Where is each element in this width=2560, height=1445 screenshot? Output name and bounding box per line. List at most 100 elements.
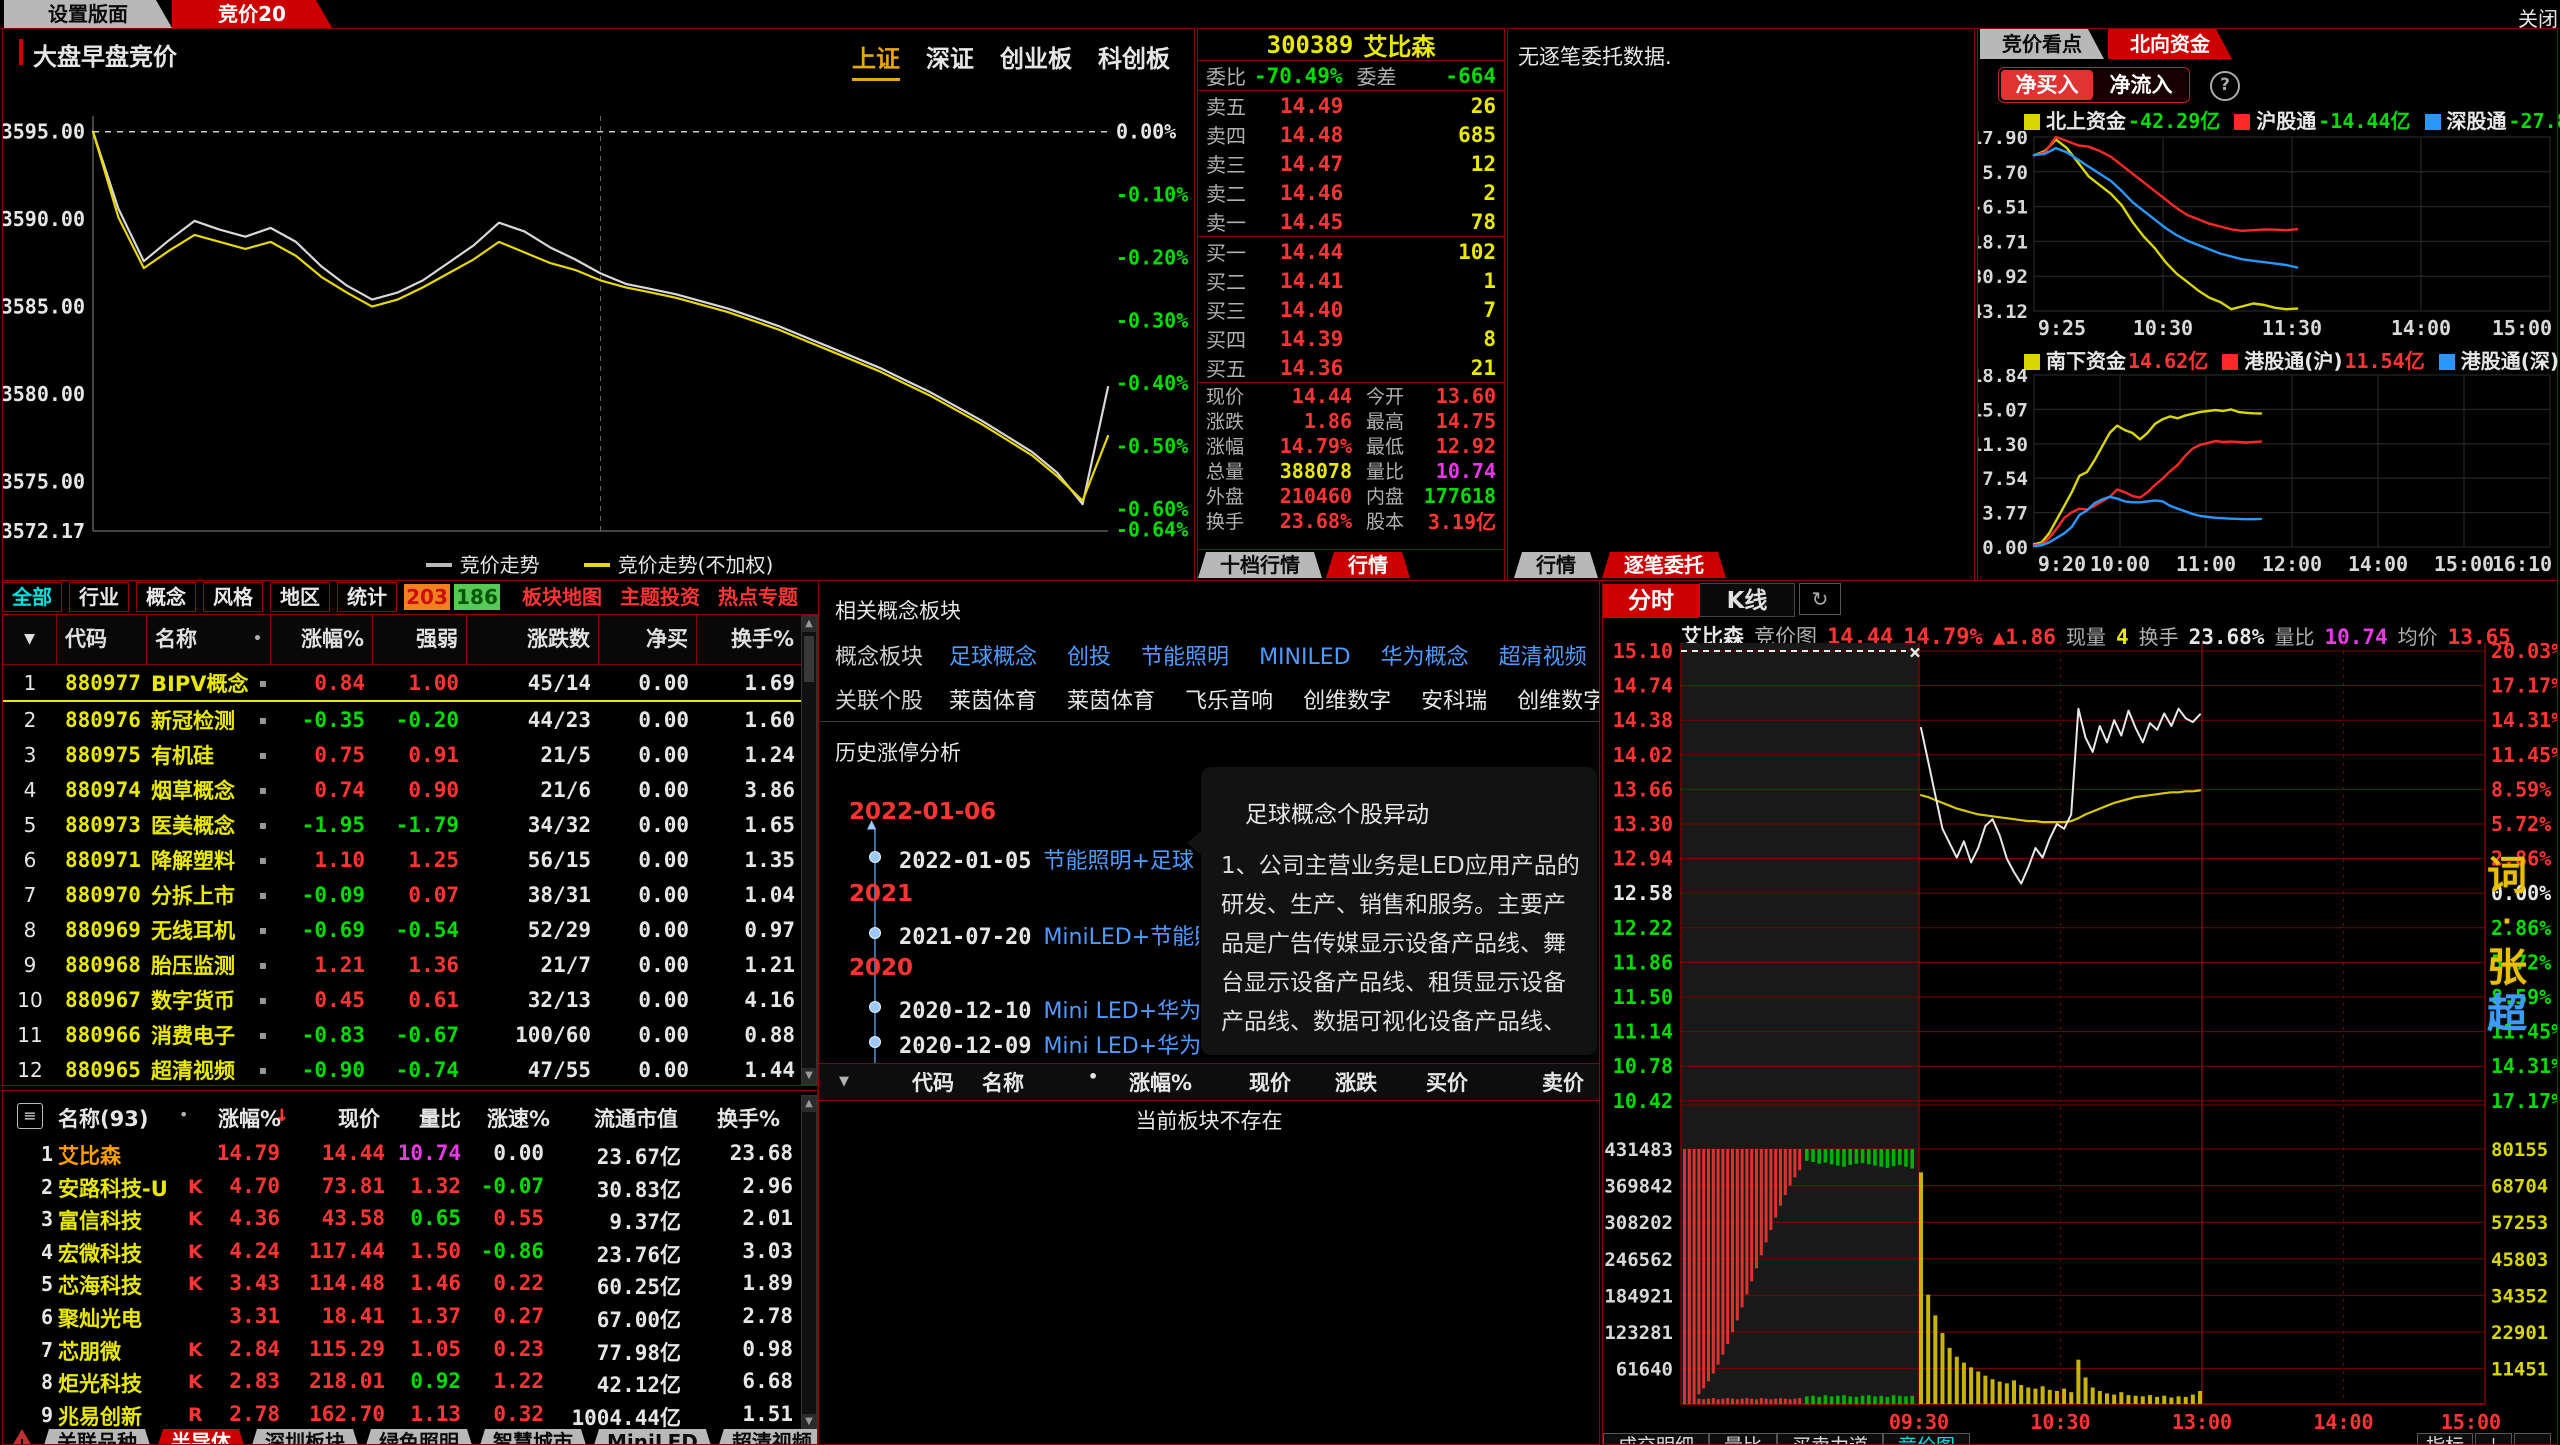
column-header-涨跌数[interactable]: 涨跌数 <box>467 615 599 665</box>
column-header-现价[interactable]: 现价 <box>338 1103 380 1133</box>
link-热点专题[interactable]: 热点专题 <box>718 583 798 611</box>
concept-link-华为概念[interactable]: 华为概念 <box>1381 645 1469 670</box>
sector-tab-统计[interactable]: 统计 <box>337 582 397 612</box>
stock-row-芯朋微[interactable]: 7芯朋微K2.84115.291.050.2377.98亿0.98 <box>3 1334 817 1366</box>
north-tab-竞价看点[interactable]: 竞价看点 <box>1980 29 2104 59</box>
north-tab-北向资金[interactable]: 北向资金 <box>2108 29 2232 59</box>
column-header-涨幅%[interactable]: 涨幅% <box>271 615 373 665</box>
board-tab-关联品种[interactable]: 关联品种 <box>41 1429 153 1445</box>
sector-tab-概念[interactable]: 概念 <box>136 582 196 612</box>
column-header-净买率%[interactable]: 净买率% <box>599 615 697 665</box>
stock-row-芯海科技[interactable]: 5芯海科技K3.43114.481.460.2260.25亿1.89 <box>3 1268 817 1300</box>
related-stock-安科瑞[interactable]: 安科瑞 <box>1421 689 1487 714</box>
stock-row-艾比森[interactable]: 1艾比森14.7914.4410.740.0023.67亿23.68 <box>3 1138 817 1170</box>
sector-row-880977[interactable]: 1880977BIPV概念▪0.841.0045/140.001.69 <box>3 665 817 702</box>
help-icon[interactable]: ? <box>2210 71 2240 101</box>
column-header-强弱度%[interactable]: 强弱度% <box>373 615 467 665</box>
board-col-名称[interactable]: 名称 <box>982 1067 1024 1097</box>
name-column-header[interactable]: 名称(93) <box>58 1103 148 1133</box>
order-book-row[interactable]: 卖三14.4712 <box>1198 149 1504 178</box>
sector-row-880966[interactable]: 11880966消费电子▪-0.83-0.67100/600.000.88 <box>3 1017 817 1052</box>
timeline-item[interactable]: 2020-12-10Mini LED+华为+体育 <box>899 993 1199 1025</box>
quote-tab-十档行情[interactable]: 十档行情 <box>1198 552 1322 578</box>
sector-row-880971[interactable]: 6880971降解塑料▪1.101.2556/150.001.35 <box>3 842 817 877</box>
scroll-down-arrow[interactable]: ▼ <box>802 1414 816 1430</box>
board-tab-绿色照明[interactable]: 绿色照明 <box>363 1429 475 1445</box>
board-col-卖价[interactable]: 卖价 <box>1542 1067 1584 1097</box>
tick-tab-行情[interactable]: 行情 <box>1514 552 1598 578</box>
sector-row-880969[interactable]: 8880969无线耳机▪-0.69-0.5452/290.000.97 <box>3 912 817 947</box>
sector-scrollbar[interactable]: ▲▼ <box>801 615 817 1085</box>
sector-row-880965[interactable]: 12880965超清视频▪-0.90-0.7447/550.001.44 <box>3 1052 817 1087</box>
link-主题投资[interactable]: 主题投资 <box>620 583 700 611</box>
chart-tab-分时[interactable]: 分时 <box>1603 584 1699 618</box>
sector-tab-地区[interactable]: 地区 <box>270 582 330 612</box>
stock-row-安路科技-U[interactable]: 2安路科技-UK4.7073.811.32-0.0730.83亿2.96 <box>3 1171 817 1203</box>
sector-row-880970[interactable]: 7880970分拆上市▪-0.090.0738/310.001.04 <box>3 877 817 912</box>
stock-scrollbar[interactable]: ▲▼ <box>801 1095 817 1431</box>
sector-row-880976[interactable]: 2880976新冠检测▪-0.35-0.2044/230.001.60 <box>3 702 817 737</box>
volume-tab-量比[interactable]: 量比 <box>1709 1433 1777 1445</box>
stock-row-炬光科技[interactable]: 8炬光科技K2.83218.010.921.2242.12亿6.68 <box>3 1366 817 1398</box>
board-tab-智慧城市[interactable]: 智慧城市 <box>477 1429 589 1445</box>
volume-tab-成交明细[interactable]: 成交明细 <box>1603 1433 1709 1445</box>
quote-tab-行情[interactable]: 行情 <box>1326 552 1410 578</box>
history-clock-icon[interactable]: ↻ <box>1799 583 1841 615</box>
board-col-涨幅%[interactable]: 涨幅% <box>1129 1067 1192 1097</box>
sector-row-880967[interactable]: 10880967数字货币▪0.450.6132/130.004.16 <box>3 982 817 1017</box>
sector-tab-行业[interactable]: 行业 <box>69 582 129 612</box>
scroll-up-arrow[interactable]: ▲ <box>802 1096 816 1112</box>
alert-icon[interactable]: ! <box>9 1429 35 1445</box>
board-tab-半导体[interactable]: 半导体 <box>155 1429 247 1445</box>
column-header-代码[interactable]: 代码 <box>57 615 147 665</box>
column-header-量比[interactable]: 量比 <box>419 1103 461 1133</box>
mode-button-净买入[interactable]: 净买入 <box>2001 70 2093 100</box>
column-header-▼[interactable]: ▼ <box>3 615 57 665</box>
mode-button-净流入[interactable]: 净流入 <box>2095 70 2187 100</box>
control-－[interactable]: － <box>2514 1433 2551 1445</box>
scroll-up-arrow[interactable]: ▲ <box>802 616 816 632</box>
link-板块地图[interactable]: 板块地图 <box>522 583 602 611</box>
concept-link-超清视频[interactable]: 超清视频 <box>1499 645 1587 670</box>
control-指标[interactable]: 指标 <box>2417 1433 2473 1445</box>
order-book-row[interactable]: 卖五14.4926 <box>1198 91 1504 120</box>
stock-row-兆易创新[interactable]: 9兆易创新R2.78162.701.130.321004.44亿1.51 <box>3 1399 817 1431</box>
sector-tab-全部[interactable]: 全部 <box>2 582 62 612</box>
column-header-换手%[interactable]: 换手% <box>717 1103 780 1133</box>
stock-row-富信科技[interactable]: 3富信科技K4.3643.580.650.559.37亿2.01 <box>3 1203 817 1235</box>
board-tab-超清视频[interactable]: 超清视频 <box>716 1429 818 1445</box>
column-header-流通市值[interactable]: 流通市值 <box>594 1103 678 1133</box>
board-col-涨跌[interactable]: 涨跌 <box>1335 1067 1377 1097</box>
order-book-row[interactable]: 买二14.411 <box>1198 266 1504 295</box>
board-tab-深圳板块[interactable]: 深圳板块 <box>249 1429 361 1445</box>
order-book-row[interactable]: 买一14.44102 <box>1198 237 1504 266</box>
volume-tab-竞价图[interactable]: 竞价图 <box>1883 1433 1970 1445</box>
timeline-item[interactable]: 2021-07-20MiniLED+节能照明 <box>899 919 1199 951</box>
board-col-现价[interactable]: 现价 <box>1249 1067 1291 1097</box>
order-book-row[interactable]: 买四14.398 <box>1198 324 1504 353</box>
column-header-名称[interactable]: 名称• <box>147 615 271 665</box>
order-book-row[interactable]: 卖二14.462 <box>1198 178 1504 207</box>
related-stock-创维数字[interactable]: 创维数字 <box>1517 689 1600 714</box>
column-header-涨速%[interactable]: 涨速% <box>487 1103 550 1133</box>
order-book-row[interactable]: 买三14.407 <box>1198 295 1504 324</box>
sector-row-880973[interactable]: 5880973医美概念▪-1.95-1.7934/320.001.65 <box>3 807 817 842</box>
sort-arrow-icon[interactable]: ↓ <box>275 1101 289 1127</box>
board-tab-MiniLED[interactable]: MiniLED <box>591 1429 714 1445</box>
volume-tab-买卖力道[interactable]: 买卖力道 <box>1777 1433 1883 1445</box>
control-＋[interactable]: ＋ <box>2475 1433 2512 1445</box>
order-book-row[interactable]: 买五14.3621 <box>1198 353 1504 382</box>
concept-link-MINILED[interactable]: MINILED <box>1259 645 1351 670</box>
tab-layout-settings[interactable]: 设置版面 <box>4 0 172 28</box>
sector-tab-风格[interactable]: 风格 <box>203 582 263 612</box>
tab-bidding-20[interactable]: 竞价20 <box>172 0 332 28</box>
sector-row-880974[interactable]: 4880974烟草概念▪0.740.9021/60.003.86 <box>3 772 817 807</box>
stock-row-宏微科技[interactable]: 4宏微科技K4.24117.441.50-0.8623.76亿3.03 <box>3 1236 817 1268</box>
stock-row-聚灿光电[interactable]: 6聚灿光电3.3118.411.370.2767.00亿2.78 <box>3 1301 817 1333</box>
related-stock-创维数字[interactable]: 创维数字 <box>1303 689 1391 714</box>
sector-row-880968[interactable]: 9880968胎压监测▪1.211.3621/70.001.21 <box>3 947 817 982</box>
sort-caret[interactable]: ▼ <box>839 1074 849 1089</box>
timeline-item[interactable]: 2022-01-05节能照明+足球 <box>899 843 1194 875</box>
order-book-row[interactable]: 卖四14.48685 <box>1198 120 1504 149</box>
board-col-代码[interactable]: 代码 <box>912 1067 954 1097</box>
